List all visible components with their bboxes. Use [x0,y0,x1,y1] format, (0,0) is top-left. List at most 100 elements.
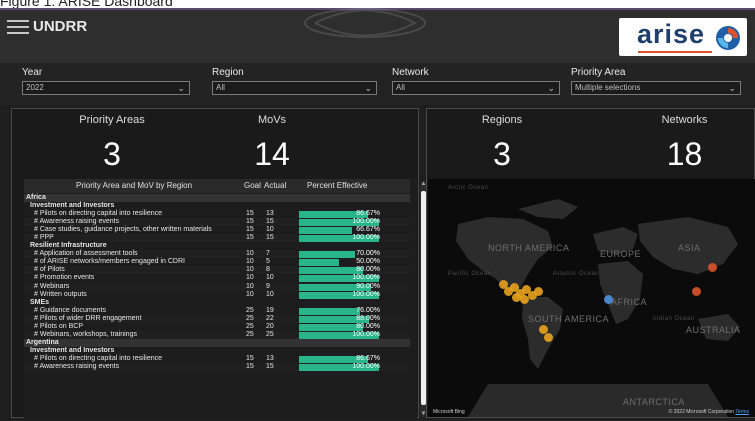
row-percent: 86.67% [356,354,380,362]
row-goal: 15 [246,234,254,242]
row-percent: 70.00% [356,250,380,258]
map-marker[interactable] [544,333,553,342]
network-dropdown[interactable]: All ⌄ [392,81,560,95]
table-row[interactable]: # Written outputs 10 10 100.00% [24,291,410,299]
row-actual: 8 [266,266,270,274]
map-label-arctic-ocean: Arctic Ocean [448,185,489,191]
terms-link[interactable]: Terms [735,409,749,415]
row-mov-name: # of Pilots [34,266,65,274]
figure-caption: Figure 1: ARISE Dashboard [0,0,173,9]
table-row[interactable]: # Promotion events 10 10 100.00% [24,274,410,283]
table-row[interactable]: # Pilots of wider DRR engagement 25 22 88.0… [24,314,410,323]
row-actual: 7 [266,250,270,258]
world-map[interactable]: Arctic Ocean Pacific Ocean Atlantic Ocea… [428,179,755,417]
brand-title: UNDRR [33,18,88,35]
percent-effective-bar [299,307,360,315]
kpi-priority-areas-label: Priority Areas [79,114,145,126]
table-region-row[interactable]: Argentina [24,338,410,347]
kpi-regions-value: 3 [493,136,511,172]
row-goal: 15 [246,354,254,362]
region-dropdown[interactable]: All ⌄ [212,81,377,95]
table-row[interactable]: # of ARISE networks/members engaged in C… [24,258,410,267]
table-category-row[interactable]: Investment and Investors [24,347,410,355]
right-panel: Regions 3 Networks 18 Arctic Ocean Pacif… [426,108,755,418]
mov-table: Priority Area and MoV by Region Goal Act… [24,179,417,419]
kpi-networks-label: Networks [661,114,708,126]
row-percent: 100.00% [352,218,380,226]
filter-year-label: Year [22,67,43,78]
row-percent: 100.00% [352,274,380,282]
chevron-down-icon: ⌄ [728,83,736,93]
year-dropdown-value: 2022 [26,83,44,92]
map-label-indian-ocean: Indian Ocean [653,316,695,322]
col-header-percent-effective[interactable]: Percent Effective [307,181,367,190]
arise-logo[interactable]: arise [619,18,747,56]
row-percent: 100.00% [352,362,380,370]
year-dropdown[interactable]: 2022 ⌄ [22,81,190,95]
table-category-row[interactable]: Investment and Investors [24,202,410,210]
row-actual: 15 [266,218,274,226]
row-percent: 100.00% [352,290,380,298]
priority-area-dropdown-value: Multiple selections [575,83,641,92]
map-marker[interactable] [520,295,529,304]
row-actual: 9 [266,282,270,290]
map-marker[interactable] [708,263,717,272]
row-actual: 15 [266,362,274,370]
percent-effective-bar [299,267,363,275]
filter-network-label: Network [392,67,429,78]
row-goal: 10 [246,290,254,298]
map-marker[interactable] [604,295,613,304]
row-mov-name: # Pilots on directing capital into resil… [34,210,163,218]
row-percent: 100.00% [352,234,380,242]
map-marker[interactable] [534,287,543,296]
row-mov-name: # Written outputs [34,290,87,298]
row-mov-name: # Awareness raising events [34,218,120,226]
bing-attribution[interactable]: Microsoft Bing [433,409,465,415]
percent-effective-bar [299,251,355,259]
row-mov-name: # Case studies, guidance projects, other… [34,226,212,234]
row-mov-name: # PPP [34,234,54,242]
map-label-africa: AFRICA [611,297,648,307]
table-row[interactable]: # Pilots on directing capital into resil… [24,355,410,363]
table-row[interactable]: # Awareness raising events 15 15 100.00% [24,218,410,227]
world-map-landmasses [456,199,740,417]
table-row[interactable]: # Webinars, workshops, trainings 25 25 100.… [24,330,410,339]
row-percent: 90.00% [356,282,380,290]
col-header-priority-area[interactable]: Priority Area and MoV by Region [76,181,192,190]
row-percent: 80.00% [356,266,380,274]
top-bar: UNDRR arise [0,8,755,63]
table-row[interactable]: # Pilots on directing capital into resil… [24,210,410,219]
row-goal: 10 [246,282,254,290]
row-actual: 15 [266,234,274,242]
row-actual: 20 [266,322,274,330]
col-header-goal[interactable]: Goal [244,181,261,190]
table-category-row[interactable]: SMEs [24,299,410,307]
chevron-down-icon: ⌄ [364,83,372,93]
table-row[interactable]: # Guidance documents 25 19 76.00% [24,307,410,315]
row-mov-name: # of ARISE networks/members engaged in C… [34,258,185,266]
row-goal: 15 [246,226,254,234]
col-header-actual[interactable]: Actual [264,181,286,190]
table-row[interactable]: # Webinars 10 9 90.00% [24,282,410,291]
kpi-regions-label: Regions [481,114,523,126]
region-dropdown-value: All [216,83,225,92]
filter-priority-area: Priority Area Multiple selections ⌄ [571,67,741,95]
table-row[interactable]: # Awareness raising events 15 15 100.00% [24,362,410,372]
table-row[interactable]: # Pilots on BCP 25 20 80.00% [24,323,410,331]
row-goal: 25 [246,322,254,330]
table-region-row[interactable]: Africa [24,194,410,203]
priority-area-dropdown[interactable]: Multiple selections ⌄ [571,81,741,95]
row-goal: 15 [246,210,254,218]
map-marker[interactable] [692,287,701,296]
table-category-row[interactable]: Resilient Infrastructure [24,242,410,250]
row-goal: 25 [246,330,254,338]
table-row[interactable]: # Application of assessment tools 10 7 70.0… [24,250,410,259]
table-row[interactable]: # of Pilots 10 8 80.00% [24,266,410,275]
table-row[interactable]: # PPP 15 15 100.00% [24,234,410,243]
menu-icon[interactable] [7,20,29,36]
row-actual: 13 [266,354,274,362]
table-row[interactable]: # Case studies, guidance projects, other… [24,226,410,235]
row-percent: 66.67% [356,226,380,234]
chevron-down-icon: ⌄ [547,83,555,93]
row-actual: 10 [266,226,274,234]
